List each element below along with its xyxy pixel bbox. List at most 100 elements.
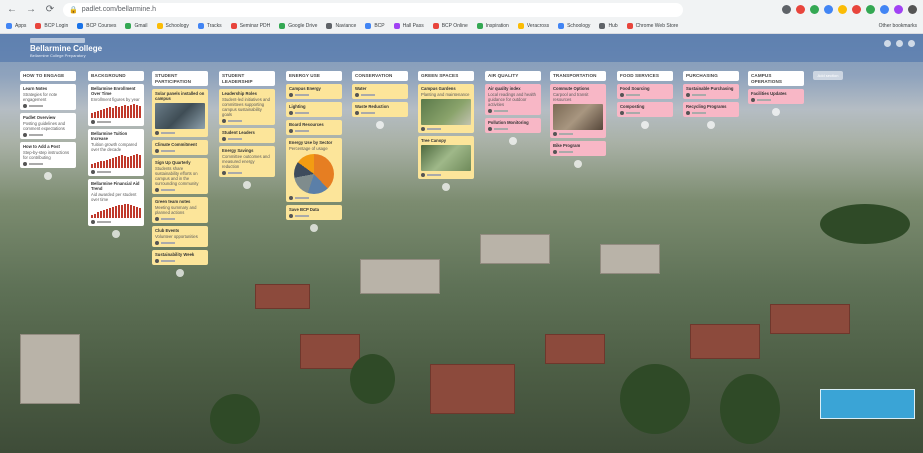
column-header[interactable]: ENERGY USE [286,71,342,81]
forward-icon[interactable]: → [25,0,37,19]
post-card[interactable]: Composting [617,102,673,117]
post-card[interactable]: Bellarmine Financial Aid Trend Aid awarde… [88,179,144,226]
column-header[interactable]: CAMPUS OPERATIONS [748,71,804,86]
column-header[interactable]: AIR QUALITY [485,71,541,81]
post-card[interactable]: Energy Use by Sector Percentage of usage [286,138,342,202]
column-c9: TRANSPORTATION Commute Options Carpool and… [550,71,606,168]
bookmark-item[interactable]: Hub [599,23,618,29]
post-card[interactable]: Lighting [286,102,342,117]
post-card[interactable]: Food Sourcing [617,84,673,99]
post-card[interactable]: Learn Notes Strategies for note engagemen… [20,84,76,110]
add-post-button[interactable] [707,121,715,129]
column-header[interactable]: HOW TO ENGAGE [20,71,76,81]
add-post-button[interactable] [112,230,120,238]
post-card[interactable]: Save BCP Data [286,205,342,220]
bookmark-icon [626,23,633,29]
column-header[interactable]: FOOD SERVICES [617,71,673,81]
column-header[interactable]: PURCHASING [683,71,739,81]
bookmark-item[interactable]: BCP Login [35,23,68,29]
bookmark-label: Tracks [206,23,222,29]
add-post-button[interactable] [243,181,251,189]
post-card[interactable]: Bellarmine Enrollment Over Time Enrollmen… [88,84,144,126]
reload-icon[interactable]: ⟳ [44,0,56,19]
bookmark-item[interactable]: BCP Courses [77,23,116,29]
add-post-button[interactable] [44,172,52,180]
post-card[interactable]: Sign Up Quarterly Students share sustaina… [152,158,208,194]
add-post-button[interactable] [442,183,450,191]
post-card[interactable]: Water [352,84,408,99]
bookmark-item[interactable]: Google Drive [279,23,317,29]
column-header[interactable]: STUDENT PARTICIPATION [152,71,208,86]
bookmark-item[interactable]: Chrome Web Store [626,23,678,29]
extension-icon[interactable] [866,5,875,14]
bookmark-item[interactable]: BCP Online [432,23,468,29]
bookmark-item[interactable]: Tracks [197,23,222,29]
post-card[interactable]: Campus Gardens Planting and maintenance [418,84,474,133]
post-card[interactable]: Climate Commitment [152,140,208,155]
post-card[interactable]: Padlet Overview Posting guidelines and co… [20,113,76,139]
post-card[interactable]: Campus Energy [286,84,342,99]
column-header[interactable]: STUDENT LEADERSHIP [219,71,275,86]
post-author [355,93,405,97]
extension-icon[interactable] [838,5,847,14]
add-post-button[interactable] [574,160,582,168]
other-bookmarks[interactable]: Other bookmarks [879,23,917,29]
add-post-button[interactable] [310,224,318,232]
add-post-button[interactable] [176,269,184,277]
bookmark-item[interactable]: BCP [365,23,385,29]
extension-icon[interactable] [894,5,903,14]
post-card[interactable]: Energy Savings Committee outcomes and mea… [219,146,275,177]
add-post-button[interactable] [641,121,649,129]
bookmark-item[interactable]: Veracross [517,23,549,29]
post-card[interactable]: Recycling Programs [683,102,739,117]
post-card[interactable]: How to Add a Post Step-by-step instructio… [20,142,76,168]
bookmark-item[interactable]: Schoology [156,23,189,29]
post-card[interactable]: Bellarmine Tuition Increase Tuition growt… [88,129,144,176]
post-card[interactable]: Pollution Monitoring [485,118,541,133]
post-card[interactable]: Waste Reduction [352,102,408,117]
post-card[interactable]: Club Events Volunteer opportunities [152,226,208,247]
extension-icon[interactable] [796,5,805,14]
bookmark-item[interactable]: Hall Pass [393,23,424,29]
extension-icon[interactable] [782,5,791,14]
post-card[interactable]: Solar panels installed on campus [152,89,208,137]
author-name [29,134,43,136]
column-header[interactable]: BACKGROUND [88,71,144,81]
column-header[interactable]: GREEN SPACES [418,71,474,81]
extension-icon[interactable] [852,5,861,14]
extension-icon[interactable] [880,5,889,14]
column-header[interactable]: TRANSPORTATION [550,71,606,81]
add-post-button[interactable] [509,137,517,145]
more-icon[interactable] [908,40,915,47]
bookmark-item[interactable]: Gmail [125,23,148,29]
post-card[interactable]: Leadership Roles Student-led initiatives … [219,89,275,125]
settings-icon[interactable] [896,40,903,47]
post-author [155,259,205,263]
address-bar[interactable]: 🔒 padlet.com/bellarmine.h [63,2,683,17]
bookmark-item[interactable]: Naviance [326,23,356,29]
share-icon[interactable] [884,40,891,47]
extension-icon[interactable] [824,5,833,14]
bookmark-item[interactable]: Apps [6,23,26,29]
bookmark-item[interactable]: Seminar PDH [230,23,270,29]
post-card[interactable]: Air quality index Local readings and heal… [485,84,541,115]
bookmark-item[interactable]: Schoology [558,23,590,29]
add-section-button[interactable]: Add section [813,71,843,80]
post-card[interactable]: Sustainability Week [152,250,208,265]
extension-icon[interactable] [908,5,917,14]
post-card[interactable]: Tree Canopy [418,136,474,179]
add-post-button[interactable] [772,108,780,116]
post-card[interactable]: Commute Options Carpool and transit resou… [550,84,606,138]
column-header[interactable]: CONSERVATION [352,71,408,81]
bookmark-item[interactable]: Inspiration [476,23,509,29]
post-title: Pollution Monitoring [488,120,529,125]
post-card[interactable]: Bike Program [550,141,606,156]
post-card[interactable]: Board Resources [286,120,342,135]
post-card[interactable]: Sustainable Purchasing [683,84,739,99]
post-card[interactable]: Green team notes Meeting summary and plan… [152,197,208,223]
extension-icon[interactable] [810,5,819,14]
add-post-button[interactable] [376,121,384,129]
back-icon[interactable]: ← [6,0,18,19]
post-card[interactable]: Student Leaders [219,128,275,143]
post-card[interactable]: Facilities Updates [748,89,804,104]
